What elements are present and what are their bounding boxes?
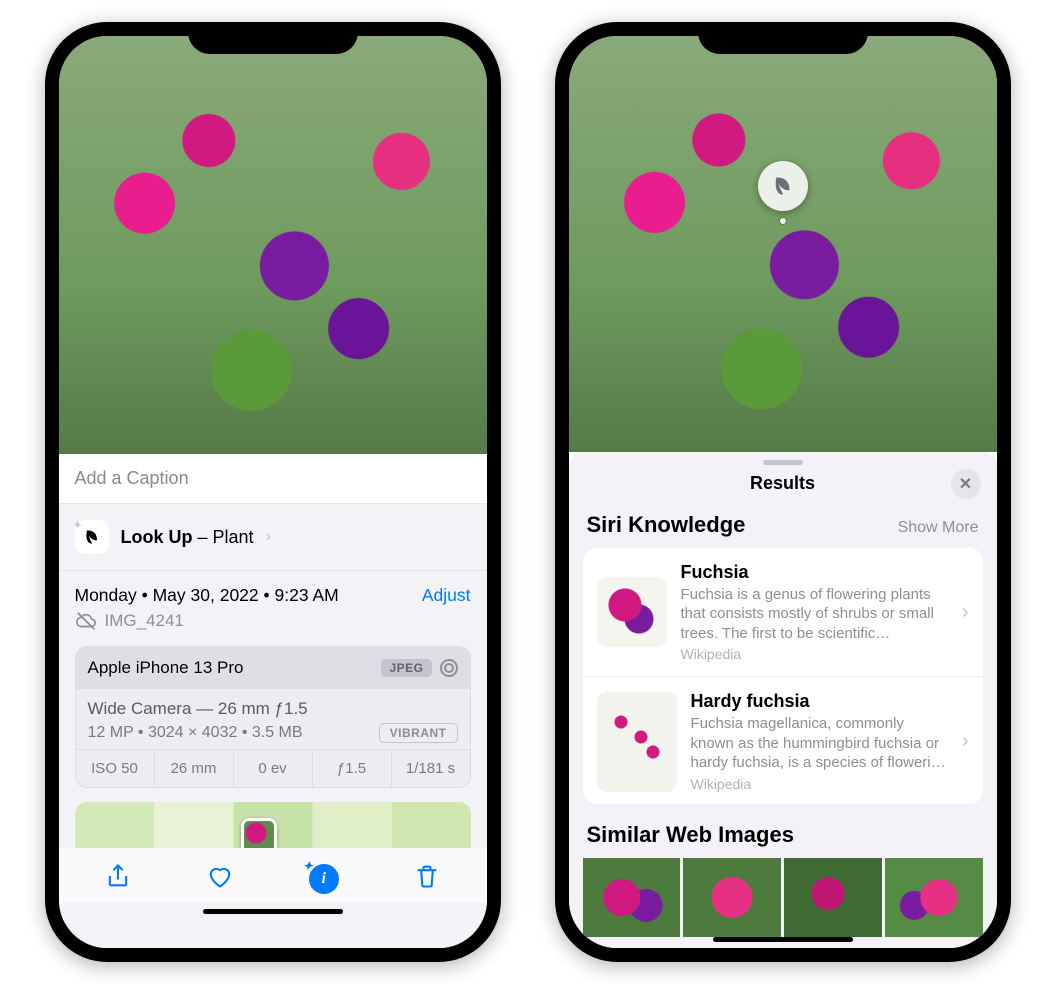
photo-preview[interactable]	[569, 36, 997, 452]
web-thumb[interactable]	[885, 858, 983, 937]
result-thumbnail	[597, 577, 667, 647]
map-preview[interactable]	[75, 802, 471, 848]
filename: IMG_4241	[105, 611, 184, 631]
siri-knowledge-heading: Siri Knowledge	[587, 512, 746, 538]
results-panel: Results ✕ Siri Knowledge Show More Fuchs…	[569, 452, 997, 948]
web-images-strip[interactable]	[569, 858, 997, 937]
lookup-label: Look Up – Plant	[121, 527, 254, 548]
result-thumbnail	[597, 692, 677, 792]
phone-right: Results ✕ Siri Knowledge Show More Fuchs…	[555, 22, 1011, 962]
result-row[interactable]: Fuchsia Fuchsia is a genus of flowering …	[583, 548, 983, 678]
lens-info: Wide Camera — 26 mm ƒ1.5	[88, 699, 458, 719]
web-thumb[interactable]	[683, 858, 781, 937]
result-description: Fuchsia magellanica, commonly known as t…	[691, 714, 948, 773]
favorite-icon[interactable]	[206, 862, 234, 895]
chevron-right-icon: ›	[266, 528, 271, 546]
result-title: Hardy fuchsia	[691, 691, 948, 712]
stat-iso: ISO 50	[76, 750, 155, 787]
device-name: Apple iPhone 13 Pro	[88, 658, 244, 678]
bottom-toolbar: ✦i	[59, 848, 487, 903]
lookup-dot	[780, 218, 786, 224]
trash-icon[interactable]	[413, 862, 441, 895]
stat-ev: 0 ev	[234, 750, 313, 787]
map-photo-pin[interactable]	[241, 818, 277, 848]
photo-info-panel: Add a Caption ✦ Look Up – Plant › Monday…	[59, 454, 487, 948]
sheet-grabber[interactable]	[763, 460, 803, 465]
stat-focal: 26 mm	[155, 750, 234, 787]
camera-stats: ISO 50 26 mm 0 ev ƒ1.5 1/181 s	[76, 749, 470, 787]
adjust-button[interactable]: Adjust	[422, 585, 471, 606]
lookup-row[interactable]: ✦ Look Up – Plant ›	[59, 504, 487, 571]
result-row[interactable]: Hardy fuchsia Fuchsia magellanica, commo…	[583, 677, 983, 803]
chevron-right-icon: ›	[962, 601, 969, 624]
phone-left: Add a Caption ✦ Look Up – Plant › Monday…	[45, 22, 501, 962]
stat-aperture: ƒ1.5	[313, 750, 392, 787]
visual-lookup-badge[interactable]	[758, 161, 808, 211]
info-icon[interactable]: ✦i	[309, 864, 339, 894]
home-indicator[interactable]	[203, 909, 343, 914]
date-text: Monday • May 30, 2022 • 9:23 AM	[75, 585, 339, 606]
photo-preview[interactable]	[59, 36, 487, 454]
results-title: Results	[750, 473, 815, 494]
sparkle-icon: ✦	[303, 859, 313, 874]
result-description: Fuchsia is a genus of flowering plants t…	[681, 585, 948, 644]
leaf-icon	[770, 173, 796, 199]
cloud-off-icon	[75, 610, 97, 632]
sparkle-icon: ✦	[73, 518, 83, 532]
leaf-icon: ✦	[75, 520, 109, 554]
screen-left: Add a Caption ✦ Look Up – Plant › Monday…	[59, 36, 487, 948]
result-title: Fuchsia	[681, 562, 948, 583]
format-badge: JPEG	[381, 659, 431, 677]
chevron-right-icon: ›	[962, 730, 969, 753]
similar-web-heading: Similar Web Images	[587, 822, 794, 848]
share-icon[interactable]	[104, 862, 132, 895]
stat-shutter: 1/181 s	[392, 750, 470, 787]
date-row: Monday • May 30, 2022 • 9:23 AM Adjust	[59, 571, 487, 610]
siri-results-card: Fuchsia Fuchsia is a genus of flowering …	[583, 548, 983, 804]
camera-card: Apple iPhone 13 Pro JPEG Wide Camera — 2…	[75, 646, 471, 788]
filename-row: IMG_4241	[59, 610, 487, 646]
home-indicator[interactable]	[713, 937, 853, 942]
show-more-button[interactable]: Show More	[898, 519, 979, 537]
style-badge: VIBRANT	[379, 723, 458, 743]
specs-info: 12 MP • 3024 × 4032 • 3.5 MB	[88, 724, 303, 742]
close-icon[interactable]: ✕	[951, 469, 981, 499]
web-thumb[interactable]	[784, 858, 882, 937]
screen-right: Results ✕ Siri Knowledge Show More Fuchs…	[569, 36, 997, 948]
result-source: Wikipedia	[681, 646, 948, 662]
caption-field[interactable]: Add a Caption	[59, 454, 487, 504]
web-thumb[interactable]	[583, 858, 681, 937]
live-photo-icon	[440, 659, 458, 677]
result-source: Wikipedia	[691, 776, 948, 792]
